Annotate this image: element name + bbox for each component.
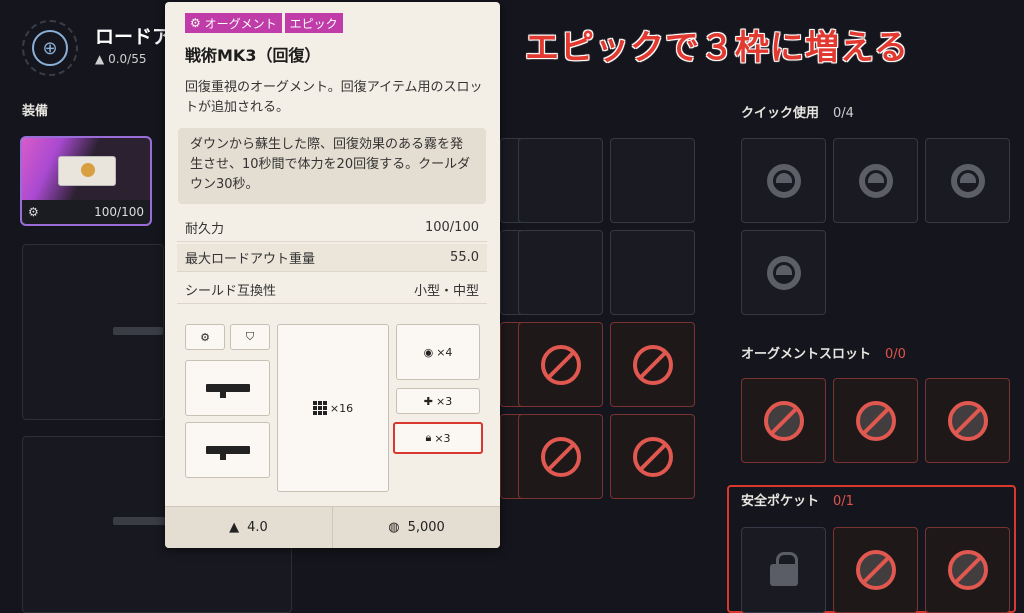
tooltip-footer: ▲ 4.0 ◍ 5,000 [165,506,500,548]
blocked-icon [855,400,896,441]
augment-type-icon: ⚙ [190,16,201,30]
grid-icon [312,401,327,415]
medical-icon: ✚ [423,394,433,408]
blocked-icon [947,400,988,441]
item-price: ◍ 5,000 [332,507,500,548]
blocked-slot [518,414,603,499]
augment-type-icon: ⚙ [28,205,39,219]
weapon-slot-icon [185,422,270,478]
augment-slot [833,378,918,463]
blocked-slot [610,322,695,407]
weight-icon: ▲ [95,52,105,66]
backpack-capacity: ×16 [277,324,389,492]
lock-small-icon: 🔒︎ [425,431,432,444]
blocked-icon [632,436,673,477]
augment-item-icon [58,156,116,186]
blocked-icon [947,550,988,590]
quick-use-empty-icon [766,255,801,290]
loadout-icon: ⊕ [22,20,78,76]
stat-row: 最大ロードアウト重量 55.0 [177,244,487,272]
stat-row: 耐久力 100/100 [177,214,487,242]
safe-pocket-label: 安全ポケット 0/1 [741,494,854,509]
backpack-slot[interactable] [518,138,603,223]
safe-pocket-capacity: 🔒︎ ×3 [393,422,483,454]
blocked-icon [540,344,581,385]
weight-icon: ▲ [229,520,240,535]
augment-slot-icon: ⚙ [185,324,225,350]
item-title: 戦術MK3（回復） [185,46,321,65]
equipped-augment[interactable]: ⚙ 100/100 [20,136,152,226]
quick-use-empty-icon [950,163,985,198]
backpack-slot[interactable] [518,230,603,315]
augment-slots-label: オーグメントスロット 0/0 [741,347,906,362]
loadout-weight: ▲ 0.0/55 [95,52,147,66]
item-tags: ⚙ オーグメント エピック [185,13,343,33]
item-weight: ▲ 4.0 [229,520,268,535]
backpack-slot[interactable] [610,138,695,223]
safe-pocket-slot [833,527,918,613]
item-effect: ダウンから蘇生した際、回復効果のある霧を発生させ、10秒間で体力を20回復する。… [178,128,486,204]
loadout-title: ロードア [95,26,172,48]
quick-use-capacity: ◉ ×4 [396,324,480,380]
item-description: 回復重視のオーグメント。回復アイテム用のスロットが追加される。 [185,80,483,115]
quick-use-slot[interactable] [925,138,1010,223]
item-tooltip: ⚙ オーグメント エピック 戦術MK3（回復） 回復重視のオーグメント。回復アイ… [165,2,500,548]
blocked-icon [763,400,804,441]
quick-use-empty-icon [858,163,893,198]
quick-use-empty-icon [766,163,801,198]
weapon-slot-icon [185,360,270,416]
blocked-icon [540,436,581,477]
blocked-slot [518,322,603,407]
blocked-slot [610,414,695,499]
tag-augment: ⚙ オーグメント [185,13,282,33]
quick-use-slot[interactable] [741,230,826,315]
augment-slot [741,378,826,463]
safe-pocket-slot [925,527,1010,613]
tag-rarity: エピック [284,13,343,33]
shield-slot[interactable] [22,244,164,420]
shield-icon: ⛉ [230,324,270,350]
blocked-icon [632,344,673,385]
safe-pocket-slot[interactable] [741,527,826,613]
stat-row: シールド互換性 小型・中型 [177,276,487,304]
lock-icon [769,552,798,586]
headline-annotation: エピックで３枠に増える [525,28,909,68]
quick-use-icon: ◉ [423,345,434,359]
medical-capacity: ✚ ×3 [396,388,480,414]
quick-use-slot[interactable] [833,138,918,223]
quick-use-label: クイック使用 0/4 [741,106,854,121]
blocked-icon [855,550,896,590]
backpack-slot[interactable] [610,230,695,315]
coin-icon: ◍ [388,520,400,535]
equipment-label: 装備 [22,104,49,119]
quick-use-slot[interactable] [741,138,826,223]
durability: 100/100 [94,205,144,219]
augment-slot [925,378,1010,463]
